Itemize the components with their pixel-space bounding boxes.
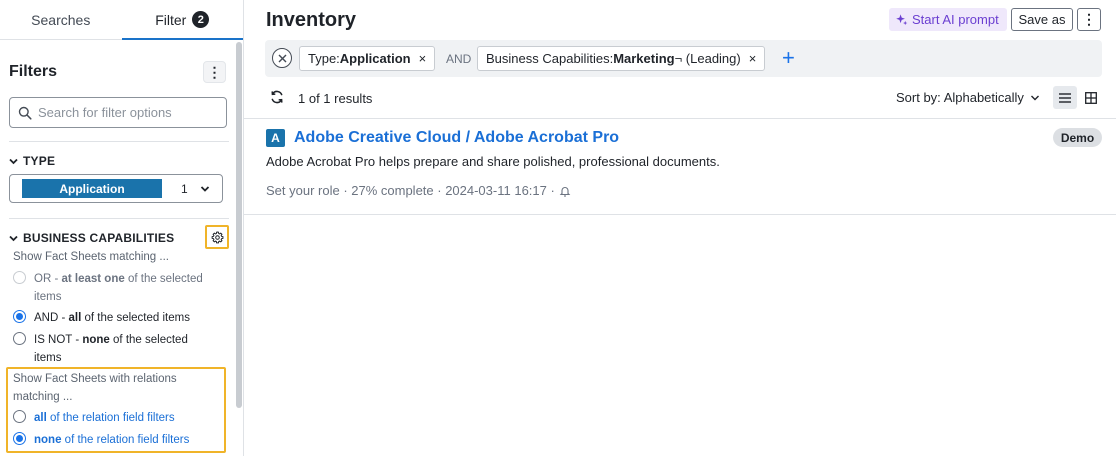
radio-relation-none-label: none of the relation field filters: [34, 434, 190, 446]
radio-dot: [13, 410, 26, 423]
radio-dot: [13, 310, 26, 323]
radio-and[interactable]: AND - all of the selected items: [13, 309, 206, 327]
tab-filter[interactable]: Filter 2: [121, 0, 244, 40]
bell-icon[interactable]: [559, 185, 571, 197]
save-as-button[interactable]: Save as: [1011, 8, 1073, 31]
main-more-button[interactable]: ⋮: [1077, 8, 1101, 31]
chip-label: Type:: [308, 51, 340, 66]
list-view-button[interactable]: [1053, 86, 1077, 109]
page-title: Inventory: [266, 9, 357, 31]
close-icon: [278, 54, 286, 62]
chip-suffix: ¬ (Leading): [674, 51, 741, 66]
filter-search-box[interactable]: [9, 97, 227, 128]
chevron-down-icon: [9, 234, 18, 243]
divider: [9, 218, 229, 219]
chevron-down-icon: [200, 184, 210, 194]
radio-or[interactable]: OR - at least one of the selected items: [13, 270, 206, 306]
filters-title: Filters: [9, 63, 58, 80]
panel-tabs: Searches Filter 2: [0, 0, 243, 40]
radio-dot: [13, 432, 26, 445]
type-count: 1: [181, 181, 188, 196]
chevron-down-icon: [1030, 95, 1039, 100]
type-select[interactable]: Application 1: [9, 174, 223, 203]
chip-label: Business Capabilities:: [486, 51, 614, 66]
clear-filters-button[interactable]: [272, 48, 292, 68]
divider: [244, 118, 1116, 119]
business-capabilities-title: BUSINESS CAPABILITIES: [23, 231, 175, 245]
factsheet-type-badge: A: [266, 129, 285, 147]
add-filter-button[interactable]: +: [782, 47, 795, 69]
relation-hint: Show Fact Sheets with relations matching…: [13, 373, 177, 403]
business-capabilities-header[interactable]: BUSINESS CAPABILITIES: [9, 231, 174, 245]
radio-relation-all[interactable]: all of the relation field filters: [13, 409, 206, 427]
match-hint: Show Fact Sheets matching ...: [13, 251, 169, 263]
sort-label: Sort by: Alphabetically: [896, 90, 1024, 105]
filter-chip-type: Type: Application ×: [299, 46, 436, 71]
factsheet-title-link[interactable]: Adobe Creative Cloud / Adobe Acrobat Pro: [294, 129, 619, 147]
radio-is-not[interactable]: IS NOT - none of the selected items: [13, 331, 206, 367]
factsheet-description: Adobe Acrobat Pro helps prepare and shar…: [266, 154, 720, 169]
radio-dot: [13, 332, 26, 345]
scrollbar-thumb[interactable]: [236, 42, 242, 408]
ai-prompt-label: Start AI prompt: [912, 12, 999, 27]
ai-prompt-button[interactable]: Start AI prompt: [889, 8, 1007, 31]
tab-searches[interactable]: Searches: [0, 0, 122, 39]
radio-relation-none[interactable]: none of the relation field filters: [13, 431, 206, 449]
factsheet-meta-text: Set your role · 27% complete · 2024-03-1…: [266, 183, 555, 198]
tab-searches-label: Searches: [31, 11, 91, 28]
results-count: 1 of 1 results: [298, 91, 373, 106]
grid-view-button[interactable]: [1079, 86, 1103, 109]
filter-count-badge: 2: [192, 11, 210, 28]
gear-button[interactable]: [205, 225, 229, 249]
radio-dot: [13, 271, 26, 284]
radio-is-not-label: IS NOT - none of the selected items: [34, 334, 188, 364]
filter-panel: Searches Filter 2 Filters ⋮ TYPE Applicat…: [0, 0, 244, 456]
grid-icon: [1085, 91, 1097, 104]
factsheet-meta: Set your role · 27% complete · 2024-03-1…: [266, 183, 571, 198]
type-chip-application: Application: [22, 179, 162, 198]
and-operator: AND: [446, 52, 472, 66]
list-icon: [1059, 92, 1071, 103]
type-section-title: TYPE: [23, 154, 56, 168]
chip-value: Marketing: [613, 51, 675, 66]
search-icon: [18, 106, 32, 120]
sort-dropdown[interactable]: Sort by: Alphabetically: [896, 90, 1040, 105]
type-section-header[interactable]: TYPE: [9, 154, 55, 168]
chip-value: Application: [339, 51, 411, 66]
radio-and-label: AND - all of the selected items: [34, 312, 190, 324]
sparkle-icon: [896, 14, 908, 26]
remove-chip-icon[interactable]: ×: [419, 51, 427, 66]
refresh-icon[interactable]: [269, 89, 285, 105]
divider: [9, 141, 229, 142]
filter-chip-business-capabilities: Business Capabilities: Marketing ¬ (Lead…: [477, 46, 766, 71]
tab-filter-label: Filter: [155, 11, 187, 28]
divider: [244, 214, 1116, 215]
filter-search-input[interactable]: [38, 105, 218, 120]
radio-relation-all-label: all of the relation field filters: [34, 412, 175, 424]
gear-icon: [211, 230, 223, 243]
demo-tag: Demo: [1053, 128, 1102, 147]
remove-chip-icon[interactable]: ×: [749, 51, 757, 66]
chevron-down-icon: [9, 157, 18, 166]
filters-more-button[interactable]: ⋮: [203, 61, 226, 83]
radio-or-label: OR - at least one of the selected items: [34, 273, 203, 303]
